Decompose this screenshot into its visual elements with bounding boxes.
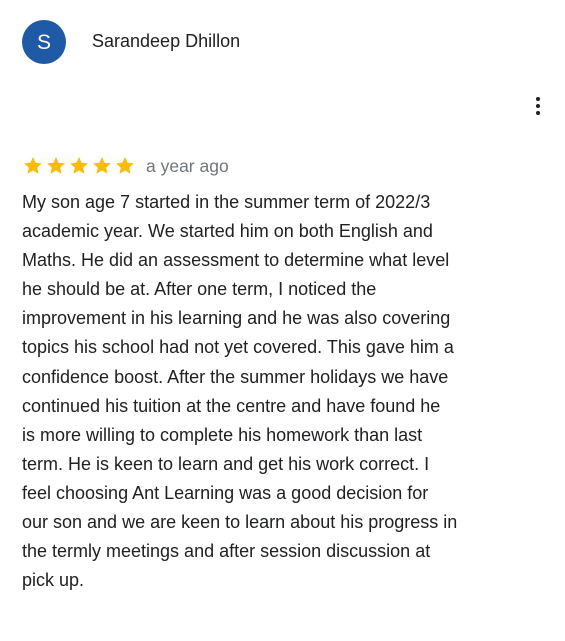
avatar-letter: S [36,30,51,54]
star-icon [24,157,42,174]
more-options-button[interactable] [526,94,550,118]
review-card: S Sarandeep Dhillon a year ago My son ag… [0,0,565,641]
more-vert-icon [536,97,540,115]
reviewer-name[interactable]: Sarandeep Dhillon [92,29,240,53]
star-rating [22,155,136,177]
avatar[interactable]: S [22,20,66,64]
star-icon [47,157,65,174]
review-time: a year ago [146,156,229,176]
star-icon [93,157,111,174]
review-text: My son age 7 started in the summer term … [22,192,458,591]
star-icon [70,157,88,174]
rating-row: a year ago [22,154,229,178]
star-icon [116,157,134,174]
